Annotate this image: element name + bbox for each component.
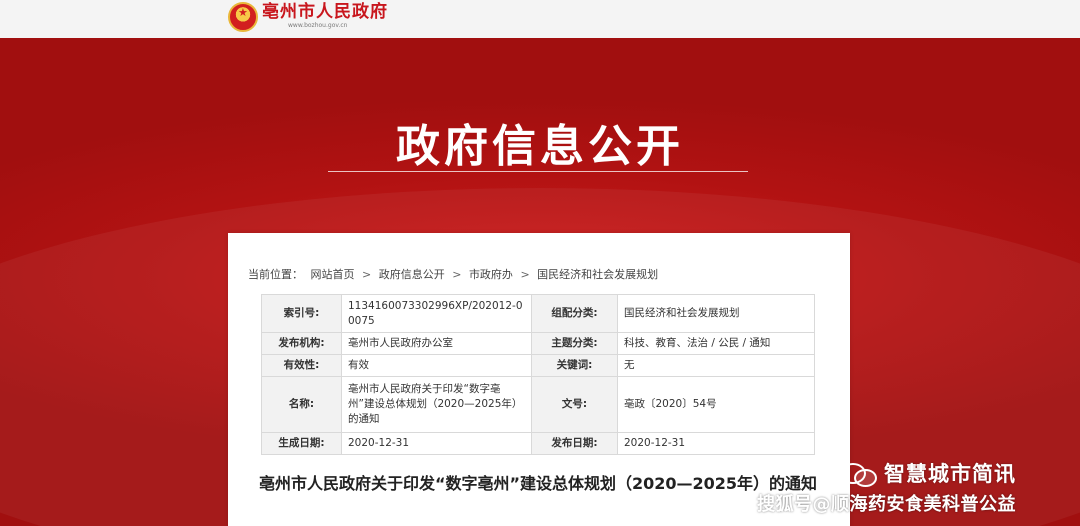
document-title: 亳州市人民政府关于印发“数字亳州”建设总体规划（2020—2025年）的通知 xyxy=(258,474,818,493)
wechat-icon xyxy=(838,460,878,487)
keywords-label: 关键词: xyxy=(531,354,618,377)
watermark-account: 智慧城市简讯 xyxy=(838,458,1016,488)
validity-value: 有效 xyxy=(341,354,532,377)
created-date-value: 2020-12-31 xyxy=(341,432,532,455)
created-date-label: 生成日期: xyxy=(261,432,342,455)
validity-label: 有效性: xyxy=(261,354,342,377)
breadcrumb-gov-office[interactable]: 市政府办 xyxy=(469,268,513,281)
doc-no-value: 亳政〔2020〕54号 xyxy=(617,376,815,433)
category-label: 组配分类: xyxy=(531,294,618,333)
index-no-label: 索引号: xyxy=(261,294,342,333)
site-logo[interactable]: 亳州市人民政府 www.bozhou.gov.cn xyxy=(228,2,388,32)
table-row: 有效性: 有效 关键词: 无 xyxy=(261,354,815,377)
doc-no-label: 文号: xyxy=(531,376,618,433)
watermark-account-text: 智慧城市简讯 xyxy=(884,462,1016,486)
breadcrumb-label: 当前位置： xyxy=(248,268,303,281)
content-panel: 当前位置： 网站首页 > 政府信息公开 > 市政府办 > 国民经济和社会发展规划… xyxy=(228,233,850,526)
metadata-table: 索引号: 1134160073302996XP/202012-00075 组配分… xyxy=(261,294,815,455)
national-emblem-icon xyxy=(228,2,258,32)
publisher-value: 亳州市人民政府办公室 xyxy=(341,332,532,355)
name-value: 亳州市人民政府关于印发“数字亳州”建设总体规划（2020—2025年）的通知 xyxy=(341,376,532,433)
table-row: 发布机构: 亳州市人民政府办公室 主题分类: 科技、教育、法治 / 公民 / 通… xyxy=(261,332,815,355)
topic-label: 主题分类: xyxy=(531,332,618,355)
banner-title: 政府信息公开 xyxy=(396,121,684,172)
breadcrumb-separator: > xyxy=(362,268,372,281)
breadcrumb-info-disclosure[interactable]: 政府信息公开 xyxy=(379,268,445,281)
published-date-value: 2020-12-31 xyxy=(617,432,815,455)
table-row: 生成日期: 2020-12-31 发布日期: 2020-12-31 xyxy=(261,432,815,455)
published-date-label: 发布日期: xyxy=(531,432,618,455)
breadcrumb-separator: > xyxy=(520,268,530,281)
index-no-value: 1134160073302996XP/202012-00075 xyxy=(341,294,532,333)
banner-divider xyxy=(328,171,748,172)
site-url: www.bozhou.gov.cn xyxy=(288,22,348,29)
name-label: 名称: xyxy=(261,376,342,433)
table-row: 名称: 亳州市人民政府关于印发“数字亳州”建设总体规划（2020—2025年）的… xyxy=(261,376,815,433)
site-title: 亳州市人民政府 xyxy=(262,2,388,22)
breadcrumb: 当前位置： 网站首页 > 政府信息公开 > 市政府办 > 国民经济和社会发展规划 xyxy=(248,266,662,282)
logo-text: 亳州市人民政府 www.bozhou.gov.cn xyxy=(262,2,388,30)
watermark-source: 搜狐号@顺海药安食美科普公益 xyxy=(757,494,1016,515)
table-row: 索引号: 1134160073302996XP/202012-00075 组配分… xyxy=(261,294,815,333)
publisher-label: 发布机构: xyxy=(261,332,342,355)
category-value: 国民经济和社会发展规划 xyxy=(617,294,815,333)
top-header: 亳州市人民政府 www.bozhou.gov.cn xyxy=(0,0,1080,38)
breadcrumb-home[interactable]: 网站首页 xyxy=(311,268,355,281)
keywords-value: 无 xyxy=(617,354,815,377)
topic-value: 科技、教育、法治 / 公民 / 通知 xyxy=(617,332,815,355)
breadcrumb-separator: > xyxy=(452,268,462,281)
breadcrumb-planning[interactable]: 国民经济和社会发展规划 xyxy=(537,268,658,281)
